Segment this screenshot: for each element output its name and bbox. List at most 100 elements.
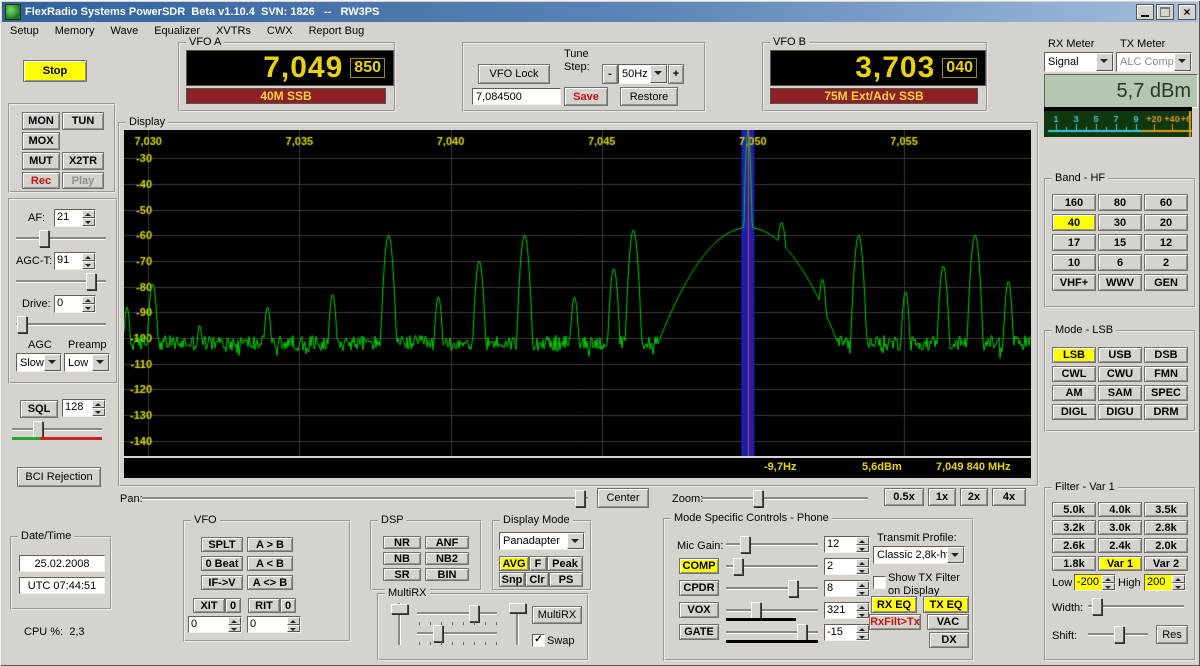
xit-button[interactable]: XIT xyxy=(193,598,225,613)
af-spinner[interactable]: 21 xyxy=(54,209,96,227)
clear-button[interactable]: Clr xyxy=(525,572,549,587)
comp-button[interactable]: COMP xyxy=(679,558,719,574)
zoom-slider[interactable] xyxy=(702,490,868,507)
chevron-down-icon[interactable] xyxy=(947,547,964,563)
vox-button[interactable]: VOX xyxy=(679,602,719,618)
maximize-button[interactable] xyxy=(1156,4,1174,20)
mode-button-cwu[interactable]: CWU xyxy=(1098,366,1142,382)
save-button[interactable]: Save xyxy=(564,87,608,106)
vfo-button-if-v[interactable]: IF->V xyxy=(201,575,243,590)
bci-rejection-button[interactable]: BCI Rejection xyxy=(17,467,101,487)
agct-slider[interactable] xyxy=(16,273,106,290)
spinner-down-icon[interactable] xyxy=(1172,582,1185,590)
close-button[interactable]: × xyxy=(1178,4,1196,20)
slider-thumb[interactable] xyxy=(752,490,763,507)
band-button-wwv[interactable]: WWV xyxy=(1098,274,1142,291)
band-button-6[interactable]: 6 xyxy=(1098,254,1142,271)
mode-button-cwl[interactable]: CWL xyxy=(1052,366,1096,382)
spinner-up-icon[interactable] xyxy=(82,253,95,261)
f-button[interactable]: F xyxy=(529,556,547,571)
filter-button-2.6k[interactable]: 2.6k xyxy=(1052,538,1096,553)
slider-thumb[interactable] xyxy=(85,273,96,290)
tx-eq-button[interactable]: TX EQ xyxy=(923,596,969,613)
comp-spinner[interactable]: 2 xyxy=(824,558,870,575)
xit-spinner[interactable]: 0 xyxy=(188,616,242,633)
spinner-up-icon[interactable] xyxy=(92,400,105,408)
mode-button-sam[interactable]: SAM xyxy=(1098,385,1142,401)
slider-thumb[interactable] xyxy=(469,605,479,622)
menu-report-bug[interactable]: Report Bug xyxy=(301,23,373,39)
spinner-up-icon[interactable] xyxy=(856,581,869,589)
vfo-lock-button[interactable]: VFO Lock xyxy=(478,64,550,84)
menu-wave[interactable]: Wave xyxy=(102,23,146,39)
multirx-gain-slider[interactable] xyxy=(417,605,497,622)
filter-button-var-2[interactable]: Var 2 xyxy=(1144,556,1188,571)
tun-button[interactable]: TUN xyxy=(62,112,104,130)
spectrum-canvas[interactable] xyxy=(124,130,1031,456)
slider-thumb[interactable] xyxy=(509,603,526,614)
vfo-button-a-b[interactable]: A > B xyxy=(247,537,293,552)
zoom-button-4x[interactable]: 4x xyxy=(992,488,1026,506)
cpdr-button[interactable]: CPDR xyxy=(679,580,719,596)
mode-button-digl[interactable]: DIGL xyxy=(1052,404,1096,420)
gate-spinner[interactable]: -15 xyxy=(824,624,870,641)
filter-high-spinner[interactable]: 200 xyxy=(1144,574,1186,591)
center-button[interactable]: Center xyxy=(597,488,649,508)
slider-thumb[interactable] xyxy=(17,316,28,333)
dsp-button-anf[interactable]: ANF xyxy=(425,536,469,549)
chevron-down-icon[interactable] xyxy=(44,354,61,371)
filter-button-3.2k[interactable]: 3.2k xyxy=(1052,520,1096,535)
peak-button[interactable]: Peak xyxy=(547,556,583,571)
vfo-button-a-b[interactable]: A < B xyxy=(247,556,293,571)
menu-memory[interactable]: Memory xyxy=(47,23,103,39)
filter-button-2.4k[interactable]: 2.4k xyxy=(1098,538,1142,553)
sql-slider[interactable] xyxy=(12,421,102,438)
display-mode-select[interactable]: Panadapter xyxy=(499,532,585,550)
slider-thumb[interactable] xyxy=(433,625,443,642)
spinner-down-icon[interactable] xyxy=(82,261,95,269)
filter-button-4.0k[interactable]: 4.0k xyxy=(1098,502,1142,517)
mode-button-drm[interactable]: DRM xyxy=(1144,404,1188,420)
spinner-up-icon[interactable] xyxy=(287,617,300,625)
xit-clear-button[interactable]: 0 xyxy=(225,598,241,613)
mic-gain-spinner[interactable]: 12 xyxy=(824,536,870,553)
spinner-up-icon[interactable] xyxy=(856,537,869,545)
mode-button-digu[interactable]: DIGU xyxy=(1098,404,1142,420)
slider-thumb[interactable] xyxy=(733,558,744,575)
drive-slider[interactable] xyxy=(16,316,106,333)
chevron-down-icon[interactable] xyxy=(92,354,109,371)
dsp-button-nr[interactable]: NR xyxy=(383,536,421,549)
mode-button-am[interactable]: AM xyxy=(1052,385,1096,401)
filter-button-2.0k[interactable]: 2.0k xyxy=(1144,538,1188,553)
dsp-button-bin[interactable]: BIN xyxy=(425,568,469,581)
rec-button[interactable]: Rec xyxy=(22,172,60,189)
vfo-button-splt[interactable]: SPLT xyxy=(201,537,243,552)
sql-button[interactable]: SQL xyxy=(20,400,58,418)
vac-button[interactable]: VAC xyxy=(927,614,969,630)
transmit-profile-select[interactable]: Classic 2,8k-hf xyxy=(873,546,965,564)
band-button-40[interactable]: 40 xyxy=(1052,214,1096,231)
mic-gain-slider[interactable] xyxy=(726,536,818,553)
preamp-select[interactable]: Low xyxy=(64,353,110,372)
rit-clear-button[interactable]: 0 xyxy=(280,598,296,613)
dsp-button-nb2[interactable]: NB2 xyxy=(425,552,469,565)
zoom-button-1x[interactable]: 1x xyxy=(928,488,956,506)
band-button-160[interactable]: 160 xyxy=(1052,194,1096,211)
menu-cwx[interactable]: CWX xyxy=(259,23,301,39)
filter-reset-button[interactable]: Res xyxy=(1156,625,1188,644)
rit-button[interactable]: RIT xyxy=(248,598,280,613)
slider-thumb[interactable] xyxy=(33,421,44,438)
spinner-down-icon[interactable] xyxy=(228,624,241,632)
spinner-up-icon[interactable] xyxy=(1102,575,1115,583)
zoom-button-2x[interactable]: 2x xyxy=(960,488,988,506)
vfo-a-frequency-display[interactable]: 7,049 850 xyxy=(186,50,394,86)
swap-checkbox[interactable] xyxy=(532,634,545,647)
chevron-down-icon[interactable] xyxy=(1174,53,1191,71)
spinner-down-icon[interactable] xyxy=(856,588,869,596)
spinner-up-icon[interactable] xyxy=(228,617,241,625)
slider-thumb[interactable] xyxy=(788,580,799,597)
menu-setup[interactable]: Setup xyxy=(2,23,47,39)
agct-spinner[interactable]: 91 xyxy=(54,252,96,270)
avg-button[interactable]: AVG xyxy=(499,556,529,571)
band-button-12[interactable]: 12 xyxy=(1144,234,1188,251)
